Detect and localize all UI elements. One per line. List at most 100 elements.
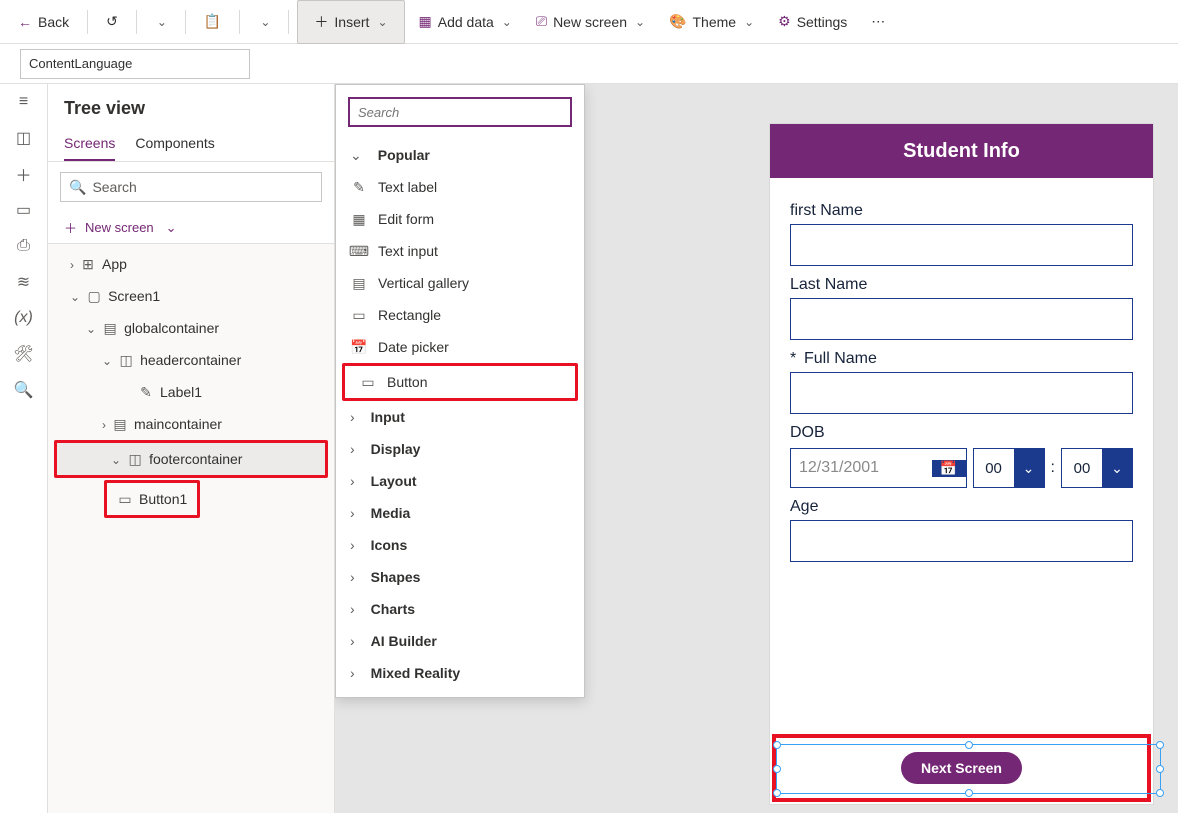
new-screen-label: New screen: [553, 14, 627, 30]
chevron-down-icon: ⌄: [1102, 449, 1132, 487]
insert-cat-input[interactable]: ›Input: [336, 401, 584, 433]
insert-rectangle[interactable]: ▭Rectangle: [336, 299, 584, 331]
property-name: ContentLanguage: [29, 56, 132, 71]
insert-cat-mr[interactable]: ›Mixed Reality: [336, 657, 584, 689]
handle[interactable]: [965, 741, 973, 749]
undo-icon: ↺: [106, 13, 118, 30]
hour-dropdown[interactable]: 00 ⌄: [973, 448, 1045, 488]
variables-rail-icon[interactable]: (x): [14, 308, 34, 328]
selection-outline: [776, 744, 1161, 794]
first-name-label: first Name: [790, 202, 1133, 220]
undo-split[interactable]: [145, 4, 177, 40]
insert-cat-layout[interactable]: ›Layout: [336, 465, 584, 497]
label-icon: ✎: [138, 384, 154, 400]
insert-vertical-gallery[interactable]: ▤Vertical gallery: [336, 267, 584, 299]
handle[interactable]: [1156, 789, 1164, 797]
insert-edit-form[interactable]: ▦Edit form: [336, 203, 584, 235]
insert-cat-icons[interactable]: ›Icons: [336, 529, 584, 561]
tree-item-app[interactable]: ⊞App: [48, 248, 334, 280]
tab-screens[interactable]: Screens: [64, 127, 115, 161]
handle[interactable]: [1156, 765, 1164, 773]
tree-item-label1[interactable]: ✎Label1: [48, 376, 334, 408]
form-body: first Name Last Name Full Name DOB 12/31…: [770, 178, 1153, 576]
button-icon: ▭: [117, 491, 133, 507]
separator: [239, 10, 240, 34]
insert-cat-charts[interactable]: ›Charts: [336, 593, 584, 625]
new-screen-button[interactable]: ⎚ New screen: [526, 4, 655, 40]
canvas[interactable]: ⌄Popular ✎Text label ▦Edit form ⌨Text in…: [335, 84, 1178, 813]
separator: [136, 10, 137, 34]
insert-button[interactable]: ＋ Insert: [297, 0, 404, 44]
search-rail-icon[interactable]: 🔍: [14, 380, 34, 400]
insert-date-picker[interactable]: 📅Date picker: [336, 331, 584, 363]
property-selector[interactable]: ContentLanguage: [20, 49, 250, 79]
minute-dropdown[interactable]: 00 ⌄: [1061, 448, 1133, 488]
data-rail-icon[interactable]: ▭: [14, 200, 34, 220]
tree-item-main[interactable]: ▤maincontainer: [48, 408, 334, 440]
tools-rail-icon[interactable]: 🛠: [14, 344, 34, 364]
tab-components[interactable]: Components: [135, 127, 214, 161]
insert-cat-popular[interactable]: ⌄Popular: [336, 139, 584, 171]
insert-cat-ai[interactable]: ›AI Builder: [336, 625, 584, 657]
last-name-input[interactable]: [790, 298, 1133, 340]
media-rail-icon[interactable]: ⎙: [14, 236, 34, 256]
settings-button[interactable]: ⚙ Settings: [768, 4, 857, 40]
undo-button[interactable]: ↺: [96, 4, 128, 40]
top-toolbar: ← Back ↺ 📋 ＋ Insert ▦ Add data ⎚ New scr…: [0, 0, 1178, 44]
theme-label: Theme: [692, 14, 736, 30]
insert-label: Insert: [334, 14, 369, 30]
theme-button[interactable]: 🎨 Theme: [659, 4, 764, 40]
overflow-button[interactable]: ⋯: [861, 4, 895, 40]
screen-icon: ▢: [86, 288, 102, 304]
tree-search[interactable]: 🔍 Search: [60, 172, 322, 202]
tree-tabs: Screens Components: [48, 127, 334, 162]
handle[interactable]: [965, 789, 973, 797]
back-label: Back: [38, 14, 69, 30]
container-icon: ▤: [102, 320, 118, 336]
back-button[interactable]: ← Back: [8, 4, 79, 40]
form-header: Student Info: [770, 124, 1153, 178]
insert-search[interactable]: [348, 97, 572, 127]
search-icon: 🔍: [69, 179, 86, 196]
dob-date-picker[interactable]: 12/31/2001 📅: [790, 448, 967, 488]
hamburger-icon[interactable]: ≡: [14, 92, 34, 112]
flows-rail-icon[interactable]: ≋: [14, 272, 34, 292]
new-screen-text: New screen: [85, 220, 154, 235]
add-data-button[interactable]: ▦ Add data: [409, 4, 522, 40]
handle[interactable]: [773, 789, 781, 797]
tree-item-header[interactable]: ◫headercontainer: [48, 344, 334, 376]
formula-input[interactable]: [258, 49, 1170, 79]
tree-list: ⊞App ▢Screen1 ▤globalcontainer ◫headerco…: [48, 244, 334, 813]
add-rail-icon[interactable]: ＋: [14, 164, 34, 184]
full-name-input[interactable]: [790, 372, 1133, 414]
tree-item-button1[interactable]: ▭Button1: [107, 483, 197, 515]
tree-rail-icon[interactable]: ◫: [14, 128, 34, 148]
paste-split[interactable]: [248, 4, 280, 40]
tree-item-screen1[interactable]: ▢Screen1: [48, 280, 334, 312]
insert-cat-shapes[interactable]: ›Shapes: [336, 561, 584, 593]
dob-row: 12/31/2001 📅 00 ⌄ : 00 ⌄: [790, 448, 1133, 488]
tree-item-global[interactable]: ▤globalcontainer: [48, 312, 334, 344]
handle[interactable]: [773, 765, 781, 773]
insert-search-input[interactable]: [358, 105, 562, 120]
first-name-input[interactable]: [790, 224, 1133, 266]
phone-preview: Student Info first Name Last Name Full N…: [770, 124, 1153, 804]
insert-cat-display[interactable]: ›Display: [336, 433, 584, 465]
age-input[interactable]: [790, 520, 1133, 562]
handle[interactable]: [773, 741, 781, 749]
insert-button-item[interactable]: ▭Button: [345, 366, 575, 398]
insert-text-input[interactable]: ⌨Text input: [336, 235, 584, 267]
highlight-button1: ▭Button1: [104, 480, 200, 518]
full-name-label: Full Name: [804, 350, 1133, 368]
insert-text-label[interactable]: ✎Text label: [336, 171, 584, 203]
form-icon: ▦: [350, 210, 368, 228]
paste-button[interactable]: 📋: [194, 4, 231, 40]
container-icon: ▤: [112, 416, 128, 432]
tree-item-footer[interactable]: ◫footercontainer: [57, 443, 325, 475]
highlight-footer: ◫footercontainer: [54, 440, 328, 478]
time-colon: :: [1051, 448, 1055, 488]
insert-cat-media[interactable]: ›Media: [336, 497, 584, 529]
handle[interactable]: [1156, 741, 1164, 749]
tree-new-screen[interactable]: ＋ New screen ⌄: [48, 212, 334, 244]
calendar-icon: 📅: [932, 460, 966, 477]
